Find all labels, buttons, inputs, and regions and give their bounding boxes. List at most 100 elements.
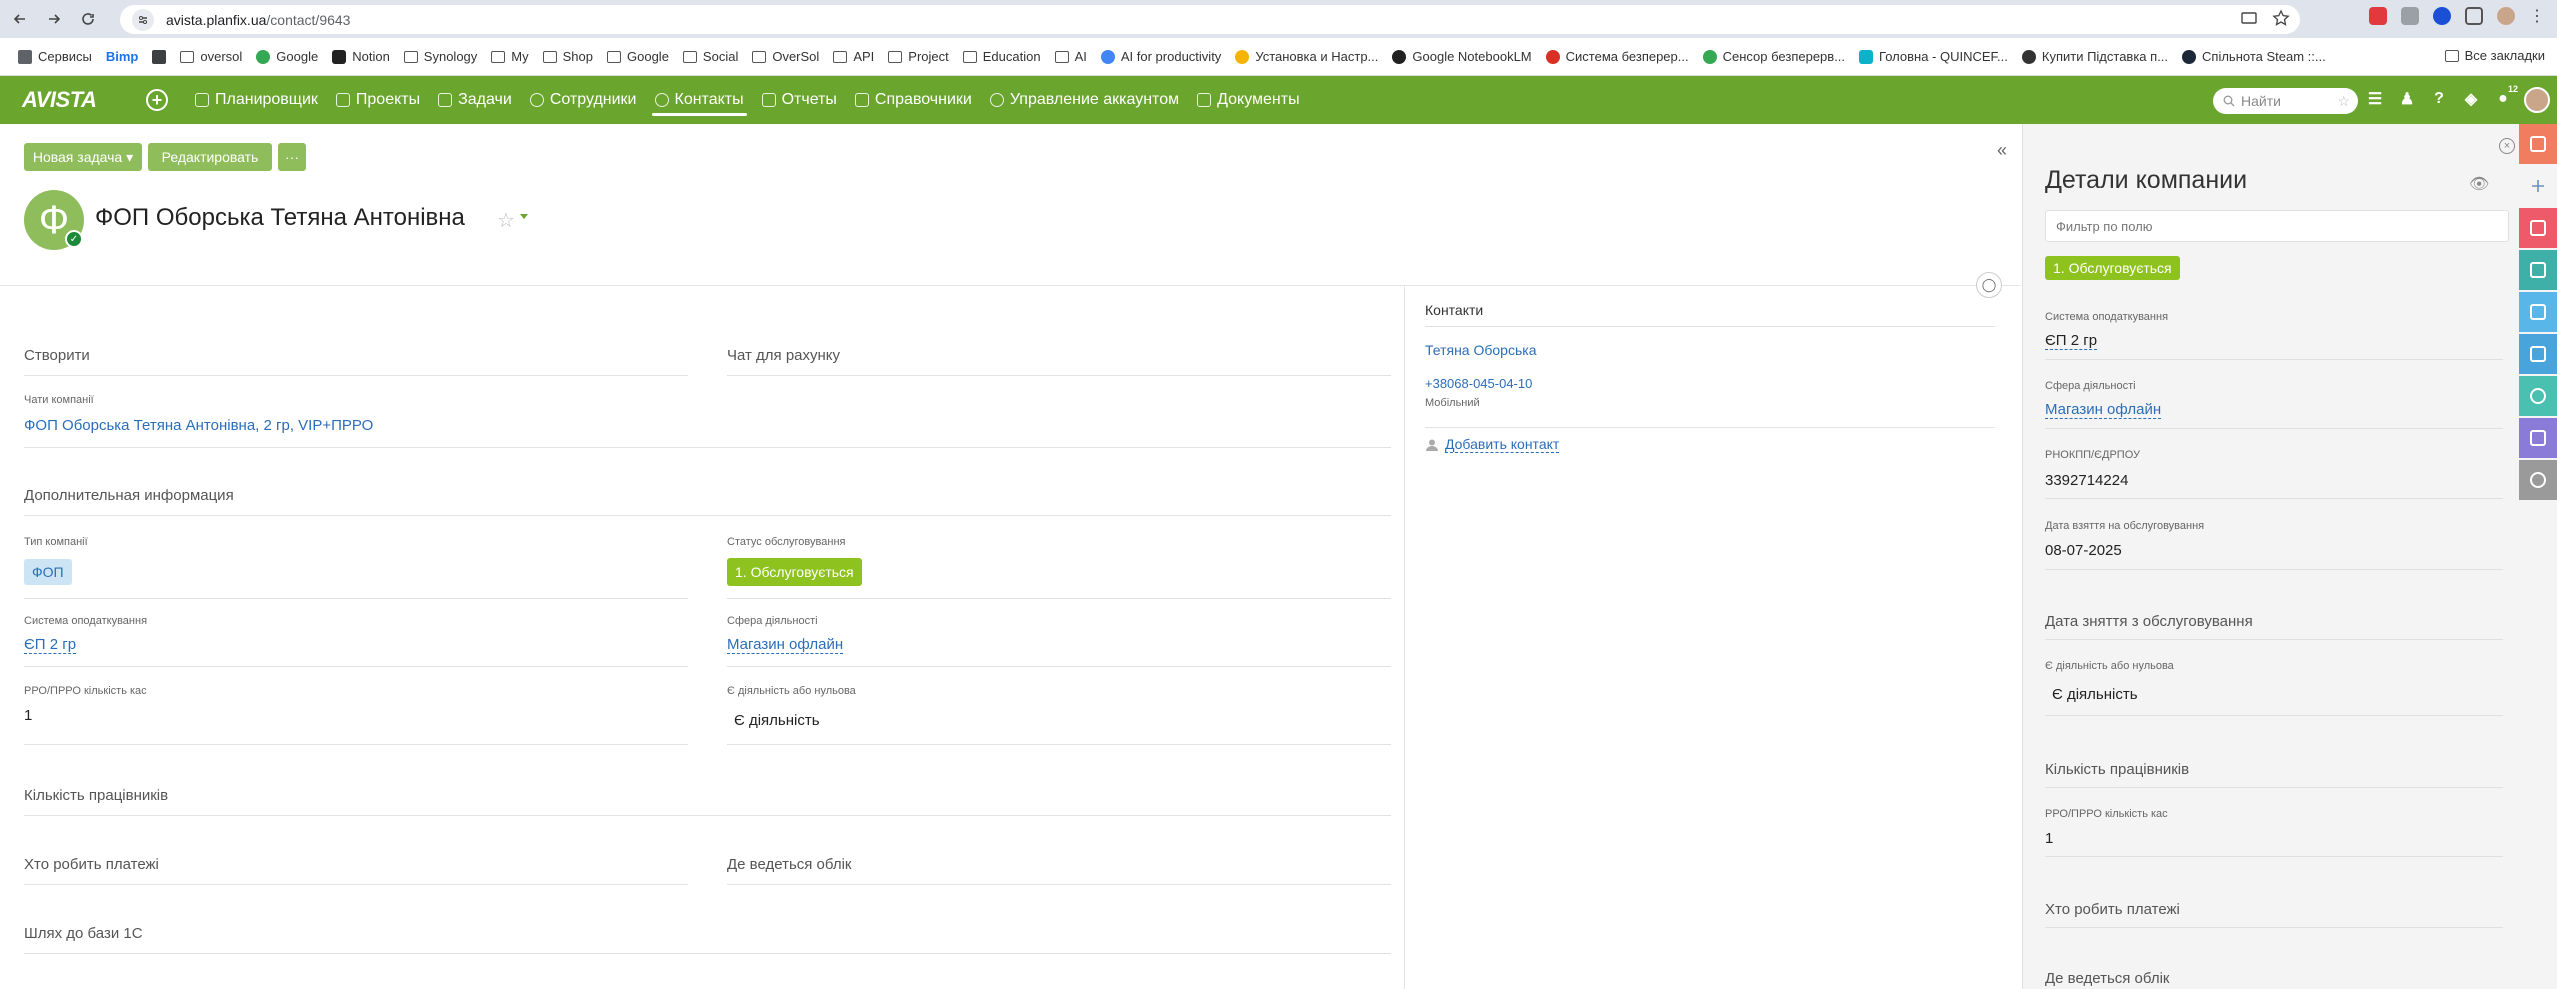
analytics-panel-icon[interactable] xyxy=(2519,418,2557,458)
avatar[interactable] xyxy=(2524,87,2550,113)
bookmark-item[interactable]: Project xyxy=(888,49,949,64)
profile-avatar-icon[interactable] xyxy=(2497,7,2515,25)
google-drive-icon xyxy=(256,49,271,64)
nav-reports[interactable]: Отчеты xyxy=(753,76,846,124)
bookmark-label: Сенсор безперерв... xyxy=(1722,49,1846,64)
rro-label: РРО/ПРРО кількість кас xyxy=(2045,808,2168,820)
nav-directories[interactable]: Справочники xyxy=(846,76,981,124)
comment-icon[interactable]: ◯ xyxy=(1976,272,2002,298)
forward-icon[interactable] xyxy=(40,5,68,33)
back-icon[interactable] xyxy=(6,5,34,33)
field-filter-input[interactable]: Фильтр по полю xyxy=(2045,210,2509,242)
site-info-icon[interactable] xyxy=(132,8,154,31)
bookmark-item[interactable]: Купити Підставка п... xyxy=(2021,49,2168,64)
nav-tasks[interactable]: Задачи xyxy=(429,76,521,124)
bookmark-item[interactable]: Установка и Настр... xyxy=(1235,49,1378,64)
bookmark-item[interactable]: AI for productivity xyxy=(1100,49,1221,64)
extension-icon[interactable] xyxy=(2401,7,2419,25)
nav-projects[interactable]: Проекты xyxy=(327,76,429,124)
close-icon[interactable]: × xyxy=(2499,138,2515,154)
nav-label: Проекты xyxy=(355,91,421,108)
help-icon[interactable]: ? xyxy=(2430,90,2448,108)
nav-documents[interactable]: Документы xyxy=(1188,76,1308,124)
notes-panel-icon[interactable] xyxy=(2519,334,2557,374)
chat-panel-icon[interactable] xyxy=(2519,124,2557,164)
bookmark-item[interactable]: Google xyxy=(607,49,669,64)
inbox-panel-icon[interactable] xyxy=(2519,250,2557,290)
bookmark-item[interactable]: API xyxy=(833,49,874,64)
new-task-button[interactable]: Новая задача ▾ xyxy=(24,143,142,171)
shield-extension-icon[interactable] xyxy=(2433,7,2451,25)
bookmark-item[interactable]: Сервисы xyxy=(18,49,92,64)
divider xyxy=(2045,787,2503,788)
bookmark-item[interactable]: Notion xyxy=(332,49,390,64)
add-contact-button[interactable]: Добавить контакт xyxy=(1425,436,1560,453)
bookmark-item[interactable]: Education xyxy=(962,49,1041,64)
bookmark-item[interactable]: OverSol xyxy=(752,49,819,64)
tax-system-link[interactable]: ЄП 2 гр xyxy=(2045,332,2098,350)
nav-employees[interactable]: Сотрудники xyxy=(521,76,646,124)
eye-visibility-icon[interactable]: 👁 xyxy=(2469,174,2489,194)
minus-panel-icon[interactable] xyxy=(2519,460,2557,500)
divider xyxy=(2045,639,2503,640)
bookmark-item[interactable]: Synology xyxy=(403,49,477,64)
bookmark-item[interactable]: oversol xyxy=(180,49,242,64)
add-plus-icon[interactable]: + xyxy=(146,89,168,111)
bookmark-item[interactable]: Google xyxy=(256,49,318,64)
person-run-icon[interactable]: ♟ xyxy=(2398,90,2416,108)
contact-name-link[interactable]: Тетяна Оборська xyxy=(1425,342,1536,358)
tax-system-link[interactable]: ЄП 2 гр xyxy=(24,636,77,654)
address-bar[interactable]: avista.planfix.ua/contact/9643 xyxy=(120,5,2300,34)
install-app-icon[interactable] xyxy=(2240,9,2258,27)
bookmark-item[interactable] xyxy=(152,49,167,64)
more-button[interactable]: ··· xyxy=(278,143,306,171)
nav-account-management[interactable]: Управление аккаунтом xyxy=(981,76,1188,124)
search-input[interactable]: Найти ☆ xyxy=(2213,88,2358,114)
files-panel-icon[interactable] xyxy=(2519,292,2557,332)
phone-type-label: Мобільний xyxy=(1425,397,1480,409)
favorite-star-icon[interactable]: ☆ xyxy=(497,208,515,233)
pin-panel-icon[interactable] xyxy=(2519,166,2557,206)
reload-icon[interactable] xyxy=(74,5,102,33)
bookmark-item[interactable]: Google NotebookLM xyxy=(1392,49,1532,64)
nav-label: Задачи xyxy=(458,91,512,108)
nav-planner[interactable]: Планировщик xyxy=(186,76,327,124)
mail-panel-icon[interactable] xyxy=(2519,208,2557,248)
bookmark-item[interactable]: Social xyxy=(682,49,739,64)
browser-menu-icon[interactable]: ⋮ xyxy=(2529,6,2545,26)
favorite-star-icon[interactable]: ☆ xyxy=(2337,93,2350,110)
adblock-extension-icon[interactable] xyxy=(2369,7,2387,25)
bookmark-item[interactable]: Спільнота Steam ::... xyxy=(2182,49,2326,64)
contact-phone-link[interactable]: +38068-045-04-10 xyxy=(1425,376,1532,391)
bookmark-label: Google xyxy=(627,49,669,64)
user-icon[interactable]: ● 12 xyxy=(2494,84,2518,108)
chevron-down-icon[interactable] xyxy=(520,214,528,219)
bookmark-item[interactable]: Bimp xyxy=(106,49,139,64)
nav-contacts[interactable]: Контакты xyxy=(646,76,753,124)
extensions-puzzle-icon[interactable] xyxy=(2465,7,2483,25)
key-panel-icon[interactable] xyxy=(2519,376,2557,416)
bookmark-item[interactable]: Сенсор безперерв... xyxy=(1702,49,1846,64)
avista-logo[interactable]: AVISTA xyxy=(0,76,112,124)
bookmark-item[interactable]: Головна - QUINCEF... xyxy=(1859,49,2008,64)
company-chat-link[interactable]: ФОП Оборська Тетяна Антонівна, 2 гр, VIP… xyxy=(24,417,373,434)
menu-lines-icon[interactable]: ☰ xyxy=(2366,90,2384,108)
activity-sphere-link[interactable]: Магазин офлайн xyxy=(727,636,844,654)
company-details-panel: × Детали компании 👁 Фильтр по полю 1. Об… xyxy=(2022,124,2519,989)
layers-icon[interactable]: ◈ xyxy=(2462,90,2480,108)
all-bookmarks[interactable]: Все закладки xyxy=(2444,48,2545,63)
bookmark-label: Social xyxy=(702,49,739,64)
bookmark-star-icon[interactable] xyxy=(2272,9,2290,27)
column-divider xyxy=(1404,286,1405,989)
collapse-icon[interactable]: « xyxy=(1997,140,2007,161)
search-placeholder: Найти xyxy=(2241,93,2281,109)
bookmark-item[interactable]: AI xyxy=(1054,49,1087,64)
bookmark-item[interactable]: Система безперер... xyxy=(1545,49,1689,64)
section-chat-for-invoice[interactable]: Чат для рахунку xyxy=(727,347,840,364)
tax-system-label: Система оподаткування xyxy=(2045,311,2169,323)
bookmark-item[interactable]: Shop xyxy=(542,49,593,64)
section-create[interactable]: Створити xyxy=(24,347,90,364)
activity-sphere-link[interactable]: Магазин офлайн xyxy=(2045,401,2162,419)
edit-button[interactable]: Редактировать xyxy=(148,143,272,171)
bookmark-item[interactable]: My xyxy=(491,49,529,64)
